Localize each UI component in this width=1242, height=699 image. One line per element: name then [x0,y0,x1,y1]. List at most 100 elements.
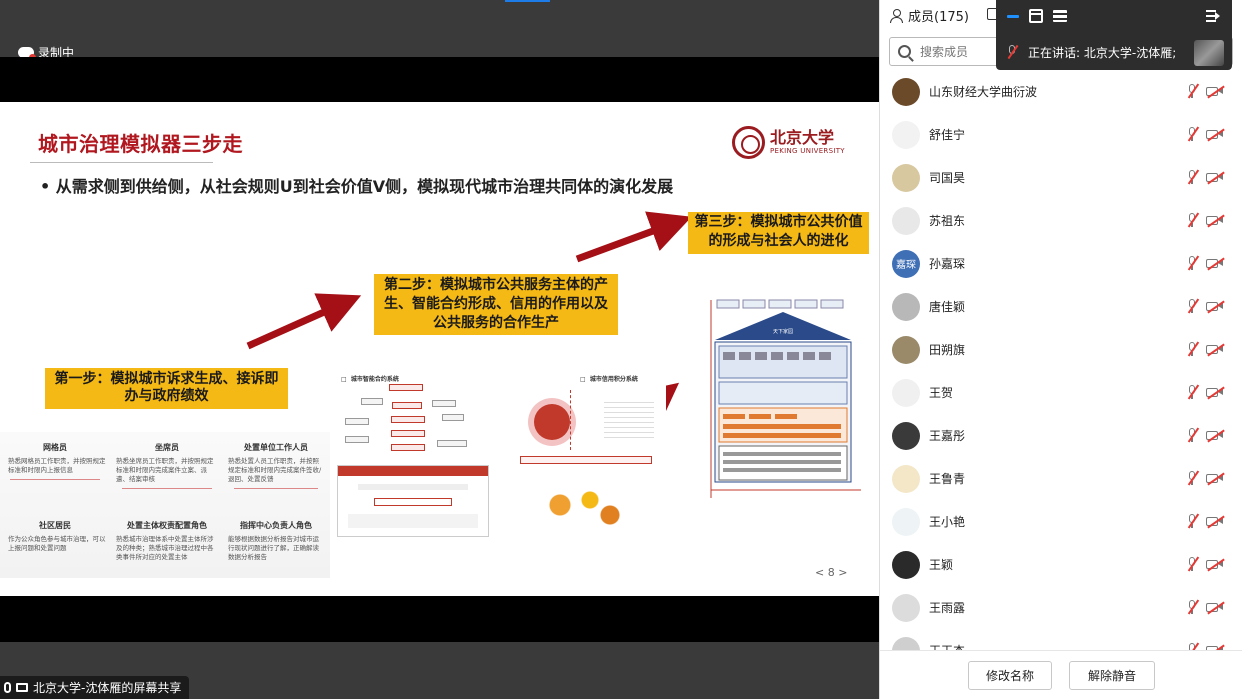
member-row[interactable]: 唐佳颖 [880,285,1242,328]
camera-off-icon[interactable] [1206,515,1225,529]
member-row[interactable]: 舒佳宁 [880,113,1242,156]
mini-title: □ 城市信用积分系统 [580,376,638,383]
camera-off-icon[interactable] [1206,429,1225,443]
user-icon [890,8,903,23]
members-panel: 成员(175) 山东财经大学曲衍波 舒佳宁 司国昊 [879,0,1242,699]
letterbox-bottom [0,596,879,642]
mic-muted-icon[interactable] [1186,126,1200,142]
role-name: 坐席员 [155,443,179,452]
page-number: < 8 > [815,566,848,579]
mic-muted-icon[interactable] [1186,169,1200,185]
role-name: 处置主体权责配置角色 [127,521,207,530]
camera-off-icon[interactable] [1206,128,1225,142]
mic-muted-icon[interactable] [1186,341,1200,357]
role-card: 处置主体权责配置角色 熟悉城市治理体系中处置主体所涉及的种类；熟悉城市治理过程中… [112,520,222,562]
collapse-icon[interactable] [1206,9,1220,23]
member-name: 孙嘉琛 [929,257,966,271]
avatar [892,378,920,407]
avatar [892,550,920,579]
screen-share-area: 录制中 城市治理模拟器三步走 • 从需求侧到供给侧，从社会规则U到社会价值V侧，… [0,0,879,699]
member-row[interactable]: 王嘉彤 [880,414,1242,457]
role-card: 坐席员 熟悉坐席员工作职责，并按照规定标准和时限内完成案件立案、派遣、结案审核 [112,442,222,489]
mic-icon [4,682,11,693]
mic-muted-icon[interactable] [1186,83,1200,99]
speaker-video-thumbnail[interactable] [1194,40,1224,66]
role-desc: 能够根据数据分析报告对城市运行现状问题进行了解，正确解读数据分析报告 [228,535,319,561]
rename-button[interactable]: 修改名称 [968,661,1052,690]
member-row[interactable]: 王颖 [880,543,1242,586]
meeting-window: 录制中 城市治理模拟器三步走 • 从需求侧到供给侧，从社会规则U到社会价值V侧，… [0,0,1242,699]
step3-box: 第三步：模拟城市公共价值的形成与社会人的进化 [688,212,869,254]
mic-muted-icon[interactable] [1186,384,1200,400]
camera-off-icon[interactable] [1206,257,1225,271]
avatar [892,206,920,235]
minimize-icon[interactable] [1006,9,1020,23]
member-row[interactable]: 司国昊 [880,156,1242,199]
role-card: 社区居民 作为公众角色参与城市治理，可以上报问题和处置问题 [0,520,110,553]
avatar [892,292,920,321]
member-row[interactable]: 苏祖东 [880,199,1242,242]
member-row[interactable]: 王小艳 [880,500,1242,543]
member-name: 司国昊 [929,171,966,185]
top-drag-indicator[interactable] [505,0,550,2]
role-name: 网格员 [43,443,67,452]
camera-off-icon[interactable] [1206,300,1225,314]
member-name: 苏祖东 [929,214,966,228]
avatar [892,335,920,364]
camera-off-icon[interactable] [1206,214,1225,228]
member-name: 王玉杰 [929,642,965,650]
avatar [892,421,920,450]
member-row[interactable]: 山东财经大学曲衍波 [880,70,1242,113]
speaking-text: 正在讲话: 北京大学-沈体雁; [1028,46,1177,60]
mic-muted-icon[interactable] [1186,255,1200,271]
camera-off-icon[interactable] [1206,601,1225,615]
letterbox-top [0,57,879,102]
member-row[interactable]: 王玉杰 [880,629,1242,650]
role-name: 处置单位工作人员 [244,443,308,452]
list-icon[interactable] [1053,9,1067,23]
web-page-thumbnail [337,465,489,537]
roles-grid: 网格员 熟悉网格员工作职责，并按照规定标准和时限内上报信息 坐席员 熟悉坐席员工… [0,432,330,578]
camera-off-icon[interactable] [1206,386,1225,400]
role-card: 处置单位工作人员 熟悉处置人员工作职责，并按照规定标准和时限内完成案件签收/退回… [224,442,328,489]
mic-muted-icon[interactable] [1186,556,1200,572]
member-name: 唐佳颖 [929,300,966,314]
mic-muted-icon[interactable] [1186,298,1200,314]
mic-muted-icon[interactable] [1186,642,1200,650]
unmute-button[interactable]: 解除静音 [1069,661,1155,690]
member-row[interactable]: 嘉琛 孙嘉琛 [880,242,1242,285]
member-name: 王鲁青 [929,472,966,486]
member-name: 山东财经大学曲衍波 [929,85,1038,99]
role-card: 网格员 熟悉网格员工作职责，并按照规定标准和时限内上报信息 [0,442,110,480]
member-name: 王嘉彤 [929,429,966,443]
role-name: 指挥中心负责人角色 [240,521,312,530]
mic-muted-icon[interactable] [1186,513,1200,529]
camera-off-icon[interactable] [1206,343,1225,357]
window-icon[interactable] [1029,9,1043,23]
member-row[interactable]: 王鲁青 [880,457,1242,500]
role-desc: 熟悉城市治理体系中处置主体所涉及的种类；熟悉城市治理过程中各类事件所对应的处置主… [116,535,214,561]
mic-muted-icon[interactable] [1186,599,1200,615]
role-desc: 熟悉网格员工作职责，并按照规定标准和时限内上报信息 [8,457,106,474]
search-icon [898,45,911,58]
mic-muted-icon[interactable] [1186,427,1200,443]
members-footer: 修改名称 解除静音 [880,650,1242,699]
avatar: 嘉琛 [892,249,920,278]
mic-muted-icon[interactable] [1186,212,1200,228]
member-list[interactable]: 山东财经大学曲衍波 舒佳宁 司国昊 苏祖东 嘉琛 孙嘉琛 唐佳颖 田朔旗 王贺 … [880,70,1242,650]
step1-box: 第一步：模拟城市诉求生成、接诉即办与政府绩效 [45,368,288,409]
camera-off-icon[interactable] [1206,85,1225,99]
share-status-bar[interactable]: 北京大学-沈体雁的屏幕共享 [0,676,190,699]
avatar [892,593,920,622]
member-name: 田朔旗 [929,343,966,357]
camera-off-icon[interactable] [1206,472,1225,486]
member-row[interactable]: 王贺 [880,371,1242,414]
svg-text:天下家园: 天下家园 [773,328,793,335]
camera-off-icon[interactable] [1206,558,1225,572]
member-row[interactable]: 田朔旗 [880,328,1242,371]
smart-contract-thumbnail: □ 城市智能合约系统 [337,370,490,538]
mini-title: □ 城市智能合约系统 [341,376,399,383]
camera-off-icon[interactable] [1206,171,1225,185]
mic-muted-icon[interactable] [1186,470,1200,486]
member-row[interactable]: 王雨露 [880,586,1242,629]
